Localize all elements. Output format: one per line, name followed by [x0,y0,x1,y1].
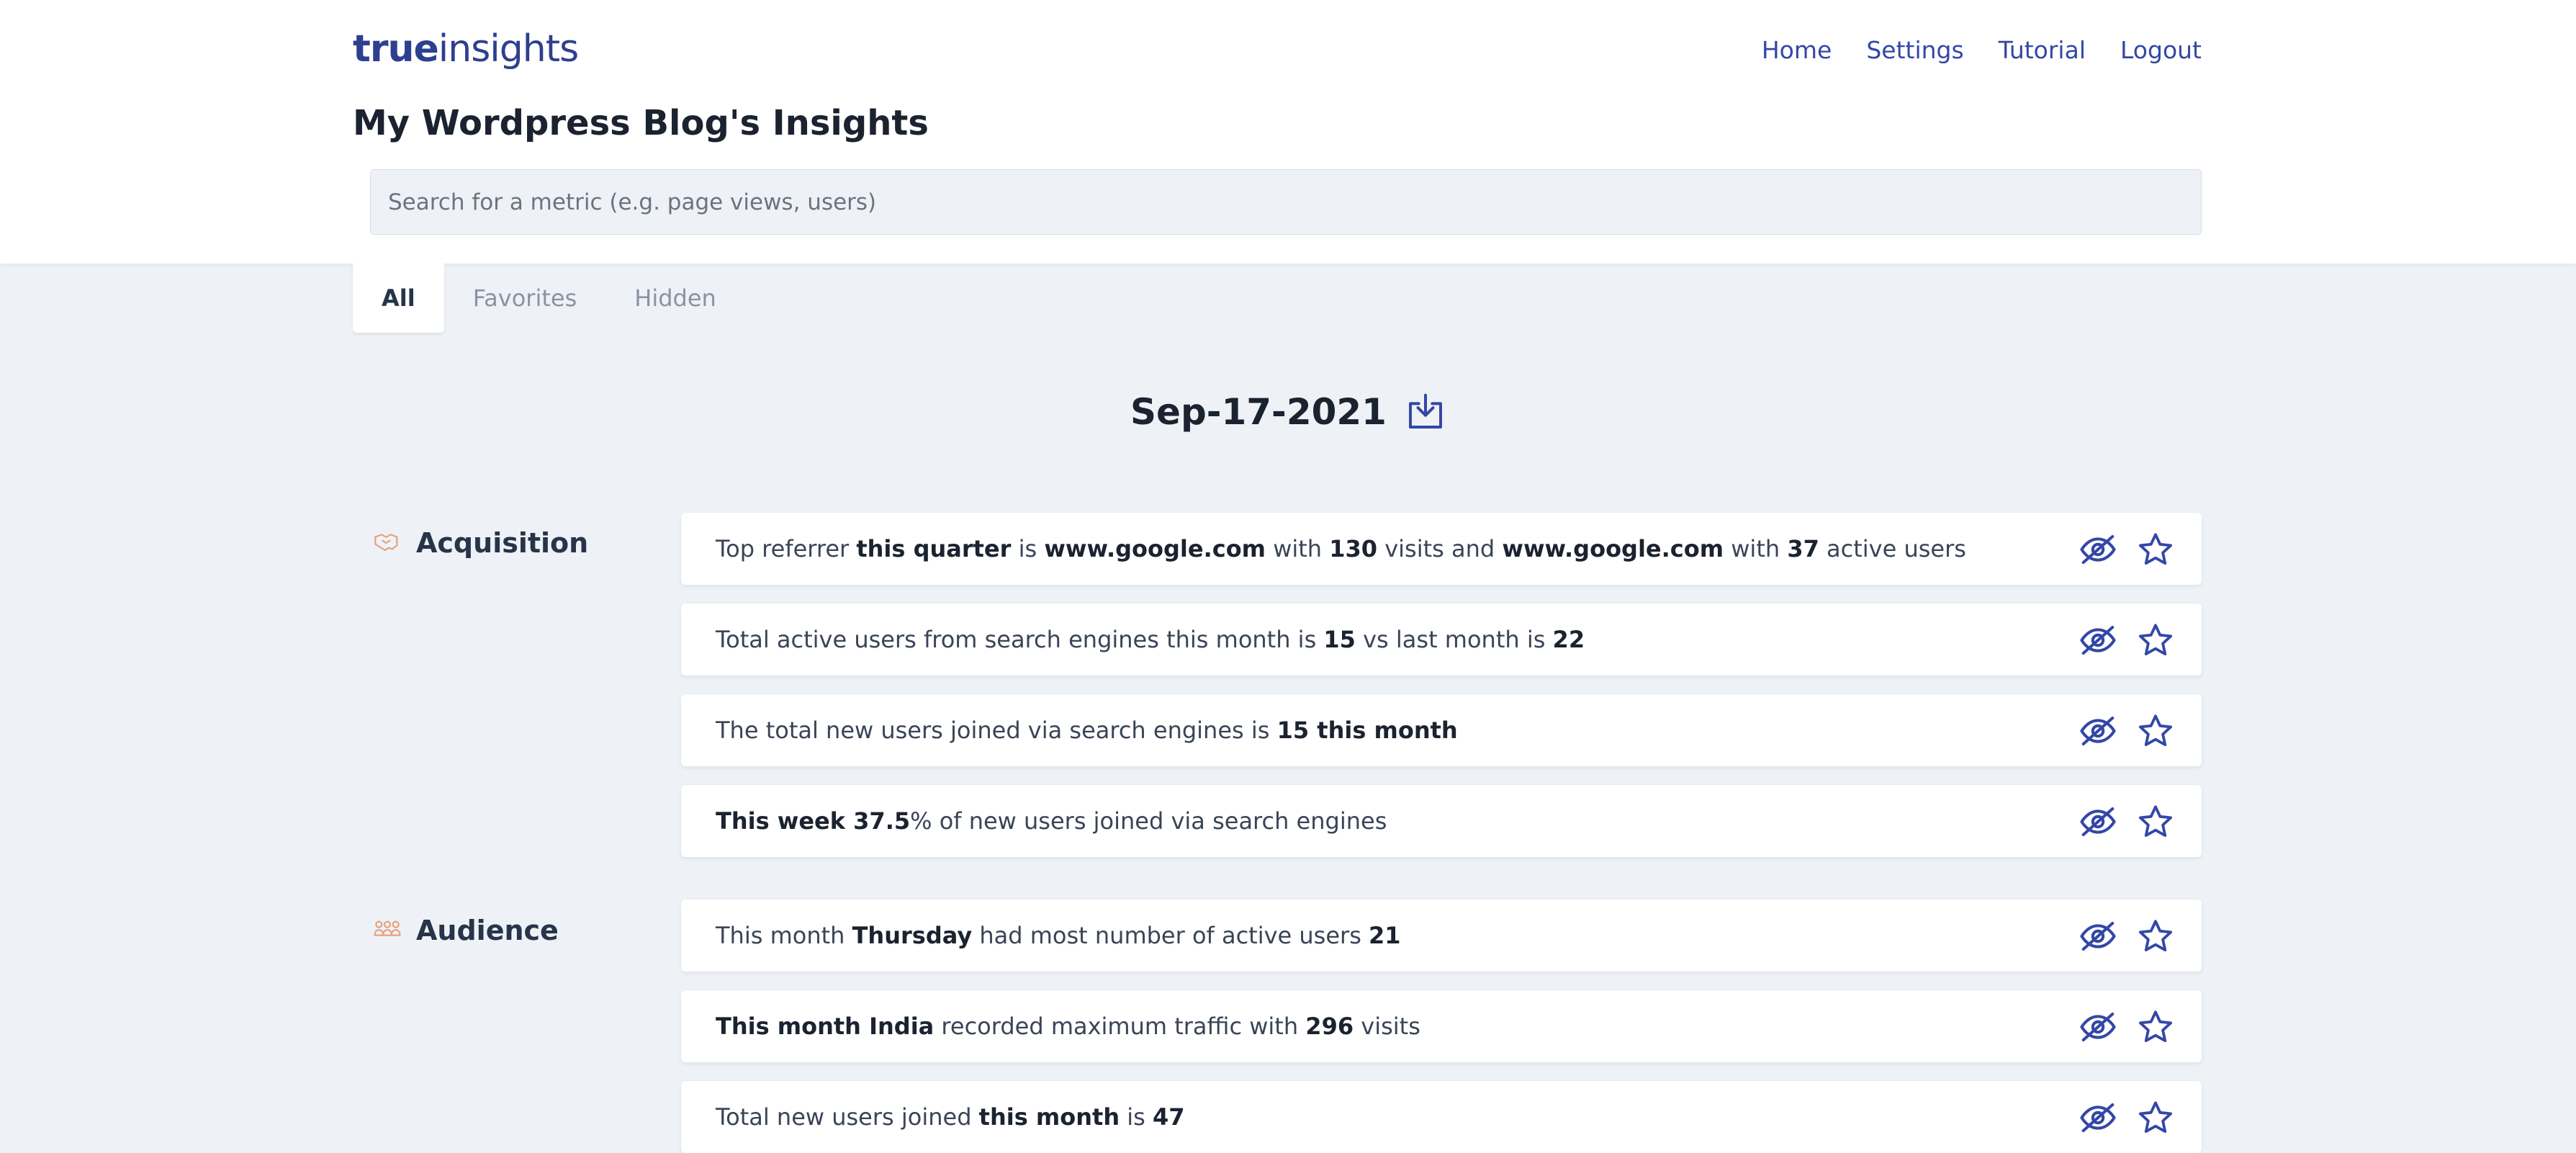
handshake-icon [374,534,398,552]
insight-text-part: with [1266,535,1330,562]
insight-highlight: 21 [1369,922,1401,949]
hide-icon[interactable] [2079,712,2117,750]
insight-highlight: 296 [1305,1013,1354,1040]
header: trueinsights Home Settings Tutorial Logo… [0,0,2576,264]
section-title: Audience [416,915,559,946]
insight-text-part: with [1724,535,1788,562]
insight-highlight: 15 [1323,626,1356,653]
hide-icon[interactable] [2079,917,2117,956]
nav-home-link[interactable]: Home [1762,36,1832,64]
insight-card: Top referrer this quarter is www.google.… [681,513,2202,585]
insight-text-part: % of new users joined via search engines [910,807,1387,835]
insight-highlight: This month India [716,1013,935,1040]
star-icon[interactable] [2136,917,2175,956]
report-date-row: Sep-17-2021 [0,385,2576,439]
insight-text: This month Thursday had most number of a… [716,899,1401,972]
logo-bold-text: true [353,27,439,71]
insight-text-part: recorded maximum traffic with [934,1013,1306,1040]
insight-highlight: www.google.com [1044,535,1266,562]
logo-light-text: insights [438,27,579,71]
nav-settings-link[interactable]: Settings [1866,36,1963,64]
insight-text-part: Total active users from search engines t… [716,626,1324,653]
star-icon[interactable] [2136,530,2175,569]
nav-logout-link[interactable]: Logout [2120,36,2202,64]
star-icon[interactable] [2136,1008,2175,1046]
insight-text-part: is [1120,1103,1153,1131]
insight-text-part: The total new users joined via search en… [716,717,1277,744]
hide-icon[interactable] [2079,621,2117,660]
insight-highlight: 47 [1153,1103,1185,1131]
metric-search-input[interactable] [370,169,2202,235]
insight-card: Total new users joined this month is 47 [681,1081,2202,1153]
filter-tabs: All Favorites Hidden [353,264,745,333]
insight-text-part: is [1011,535,1045,562]
insight-highlight: 15 this month [1276,717,1458,744]
insight-highlight: this month [978,1103,1120,1131]
tab-hidden[interactable]: Hidden [605,264,745,333]
insight-text-part: Top referrer [716,535,857,562]
insight-card: Total active users from search engines t… [681,604,2202,676]
tab-favorites[interactable]: Favorites [444,264,606,333]
insight-highlight: 22 [1552,626,1585,653]
hide-icon[interactable] [2079,802,2117,841]
insight-text: This week 37.5% of new users joined via … [716,785,1387,857]
insight-text-part: vs last month is [1355,626,1553,653]
hide-icon[interactable] [2079,1098,2117,1137]
download-icon[interactable] [1405,392,1446,432]
section-header-audience: Audience [370,915,559,946]
insight-card: This month Thursday had most number of a… [681,899,2202,972]
page-title: My Wordpress Blog's Insights [353,103,929,143]
insight-card: The total new users joined via search en… [681,694,2202,766]
insight-text: This month India recorded maximum traffi… [716,990,1420,1062]
insight-text: Total new users joined this month is 47 [716,1081,1185,1153]
insight-card: This month India recorded maximum traffi… [681,990,2202,1062]
top-nav: Home Settings Tutorial Logout [1762,36,2202,64]
insight-text: Total active users from search engines t… [716,604,1585,676]
insight-text-part: had most number of active users [972,922,1369,949]
nav-tutorial-link[interactable]: Tutorial [1999,36,2086,64]
insight-highlight: 37 [1787,535,1819,562]
report-date: Sep-17-2021 [1130,391,1387,433]
insight-highlight: this quarter [856,535,1012,562]
insight-text-part: Total new users joined [716,1103,979,1131]
insight-highlight: Thursday [852,922,973,949]
insight-text-part: visits and [1377,535,1503,562]
star-icon[interactable] [2136,621,2175,660]
insight-text-part: visits [1354,1013,1420,1040]
insight-text: The total new users joined via search en… [716,694,1458,766]
insight-highlight: 130 [1329,535,1378,562]
insight-card: This week 37.5% of new users joined via … [681,785,2202,857]
insight-text-part: This month [716,922,852,949]
logo[interactable]: trueinsights [353,27,579,71]
users-group-icon [374,920,401,936]
tab-all[interactable]: All [353,264,444,333]
hide-icon[interactable] [2079,1008,2117,1046]
insight-highlight: This week 37.5 [716,807,911,835]
section-title: Acquisition [416,527,589,559]
star-icon[interactable] [2136,1098,2175,1137]
section-header-acquisition: Acquisition [370,527,588,559]
star-icon[interactable] [2136,712,2175,750]
insight-text-part: active users [1819,535,1966,562]
insight-highlight: www.google.com [1502,535,1724,562]
insight-text: Top referrer this quarter is www.google.… [716,513,1966,585]
star-icon[interactable] [2136,802,2175,841]
hide-icon[interactable] [2079,530,2117,569]
